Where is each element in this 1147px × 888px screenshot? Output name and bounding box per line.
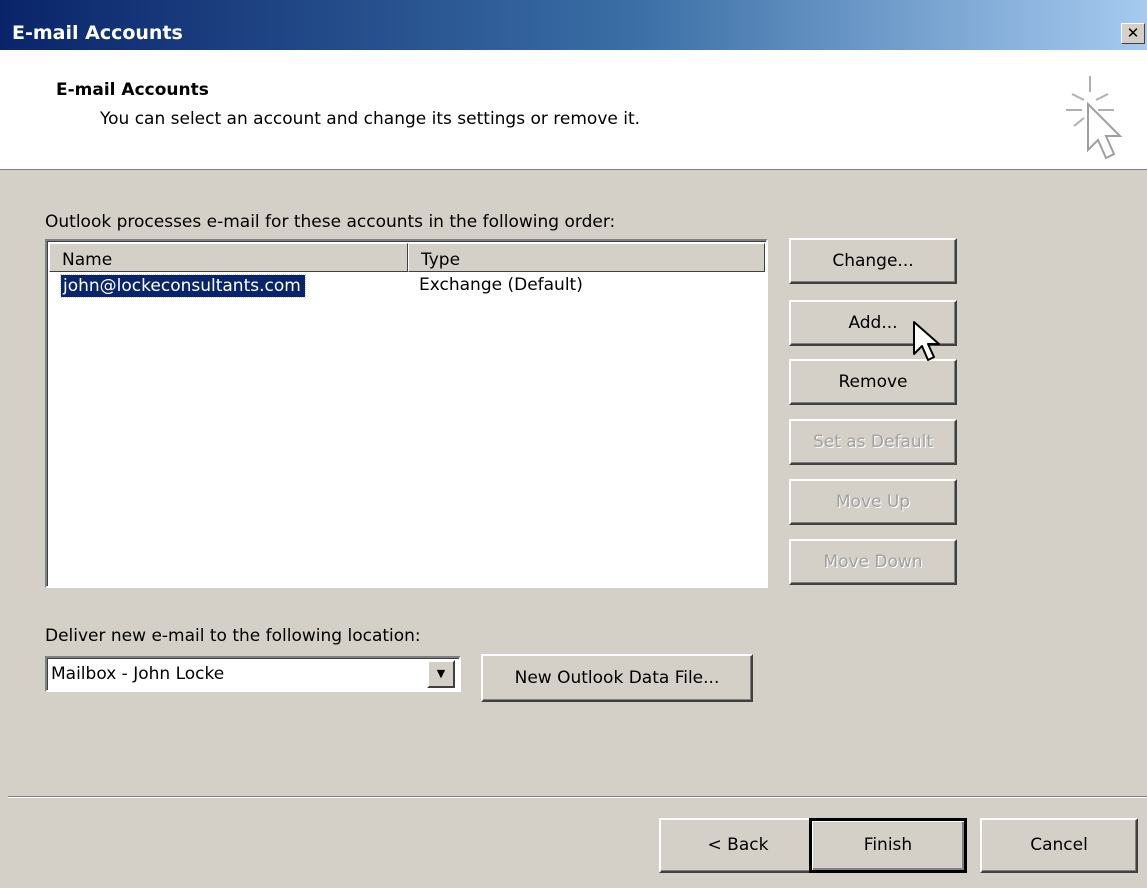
title-bar: E-mail Accounts ✕ <box>0 0 1147 50</box>
change-button[interactable]: Change... <box>789 238 957 284</box>
accounts-order-label: Outlook processes e-mail for these accou… <box>45 212 616 232</box>
deliver-location-label: Deliver new e-mail to the following loca… <box>45 626 421 646</box>
window-title: E-mail Accounts <box>12 22 183 44</box>
account-row[interactable]: john@lockeconsultants.com Exchange (Defa… <box>49 274 765 299</box>
close-button[interactable]: ✕ <box>1121 23 1145 44</box>
account-type: Exchange (Default) <box>419 275 583 295</box>
column-header-type[interactable]: Type <box>408 243 765 272</box>
back-button[interactable]: < Back <box>659 818 817 873</box>
account-name[interactable]: john@lockeconsultants.com <box>60 274 306 298</box>
cancel-button[interactable]: Cancel <box>980 818 1138 873</box>
list-header: Name Type <box>49 243 765 272</box>
header-subtitle: You can select an account and change its… <box>100 109 641 129</box>
delivery-location-value: Mailbox - John Locke <box>51 664 225 684</box>
chevron-down-icon[interactable]: ▼ <box>427 660 455 688</box>
finish-button[interactable]: Finish <box>809 818 967 873</box>
move-down-button[interactable]: Move Down <box>789 539 957 585</box>
close-icon: ✕ <box>1126 24 1140 42</box>
add-button[interactable]: Add... <box>789 300 957 346</box>
header-title: E-mail Accounts <box>56 80 209 100</box>
footer-separator <box>8 796 1147 798</box>
move-up-button[interactable]: Move Up <box>789 479 957 525</box>
remove-button[interactable]: Remove <box>789 359 957 405</box>
set-as-default-button[interactable]: Set as Default <box>789 419 957 465</box>
accounts-list[interactable]: Name Type john@lockeconsultants.com Exch… <box>45 239 768 588</box>
new-outlook-data-file-button[interactable]: New Outlook Data File... <box>481 654 753 702</box>
wizard-cursor-icon <box>1066 76 1123 160</box>
delivery-location-dropdown[interactable]: Mailbox - John Locke ▼ <box>45 656 461 692</box>
wizard-header: E-mail Accounts You can select an accoun… <box>0 50 1147 170</box>
column-header-name[interactable]: Name <box>49 243 408 272</box>
